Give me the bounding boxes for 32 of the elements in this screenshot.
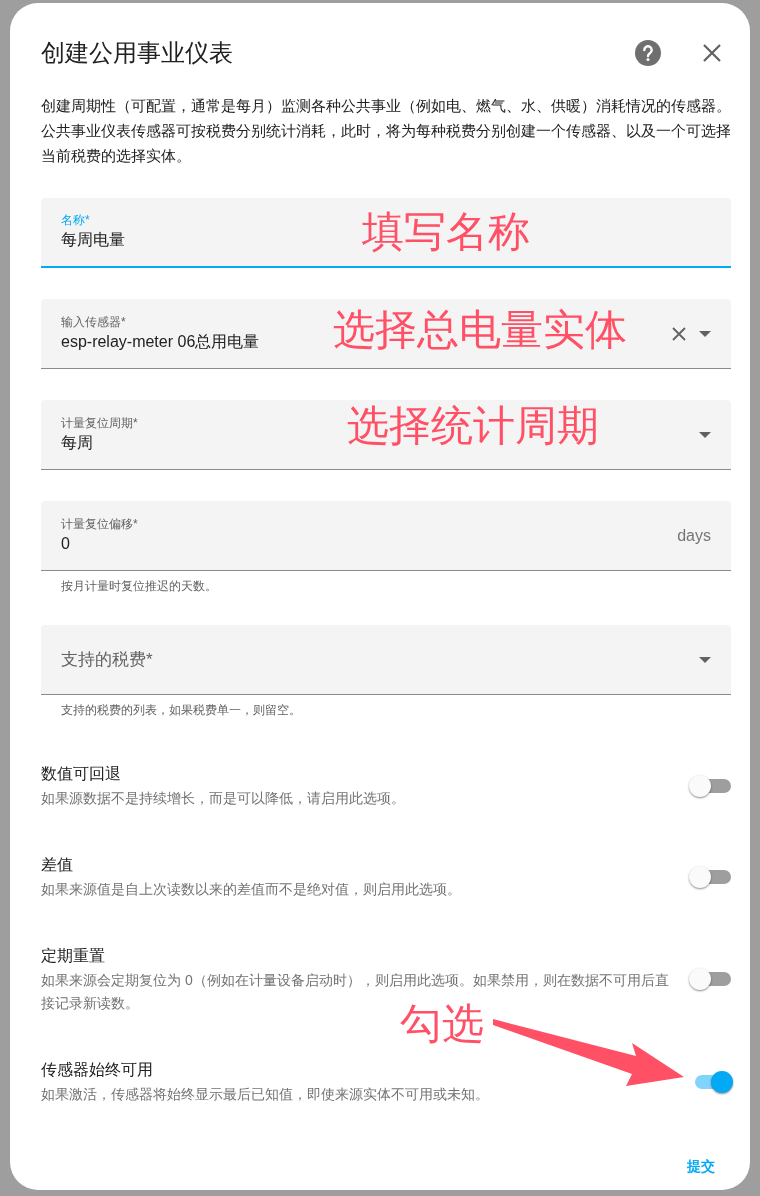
dialog-title: 创建公用事业仪表 [41, 38, 234, 68]
field-value: esp-relay-meter 06总用电量 [61, 331, 260, 352]
option-description: 如果源数据不是持续增长，而是可以降低，请启用此选项。 [41, 789, 405, 808]
field-label: 计量复位偏移* [61, 515, 138, 532]
dropdown-caret-icon[interactable] [699, 656, 711, 663]
option-title: 差值 [41, 855, 74, 875]
help-icon[interactable] [635, 40, 661, 66]
input-field[interactable]: 计量复位偏移* 0 days [41, 501, 731, 571]
option-title: 数值可回退 [41, 764, 122, 784]
option-description: 如果激活，传感器将始终显示最后已知值，即使来源实体不可用或未知。 [41, 1085, 489, 1104]
field-value: 每周电量 [61, 230, 125, 250]
option-description: 如果来源值是自上次读数以来的差值而不是绝对值，则启用此选项。 [41, 880, 461, 899]
field-label: 名称* [61, 212, 90, 228]
annotation-text: 选择总电量实体 [333, 305, 627, 355]
option-title: 传感器始终可用 [41, 1060, 154, 1080]
option-title: 定期重置 [41, 946, 106, 966]
unit-suffix: days [677, 525, 711, 546]
annotation-text: 选择统计周期 [347, 401, 599, 451]
clear-icon[interactable] [671, 325, 687, 342]
annotation-text: 填写名称 [362, 207, 530, 257]
field-value: 每周 [61, 432, 93, 453]
field-label: 输入传感器* [61, 313, 126, 330]
dropdown-caret-icon[interactable] [699, 431, 711, 438]
close-icon[interactable] [703, 44, 721, 62]
dialog-description: 创建周期性（可配置，通常是每月）监测各种公共事业（例如电、燃气、水、供暖）消耗情况的传感器。公共事业仪表传感器可按税费分别统计消耗，此时，将为每种税费分别创建一个传感器、以及一个可选择当前税费的选择实体。 [41, 96, 731, 166]
field-label: 计量复位周期* [61, 414, 138, 431]
select-field[interactable]: 支持的税费* [41, 625, 731, 695]
helper-text: 支持的税费的列表，如果税费单一，则留空。 [60, 702, 302, 718]
field-value: 0 [61, 533, 70, 554]
field-label: 支持的税费* [61, 648, 154, 671]
helper-text: 按月计量时复位推迟的天数。 [60, 578, 218, 594]
dropdown-caret-icon[interactable] [699, 330, 711, 337]
